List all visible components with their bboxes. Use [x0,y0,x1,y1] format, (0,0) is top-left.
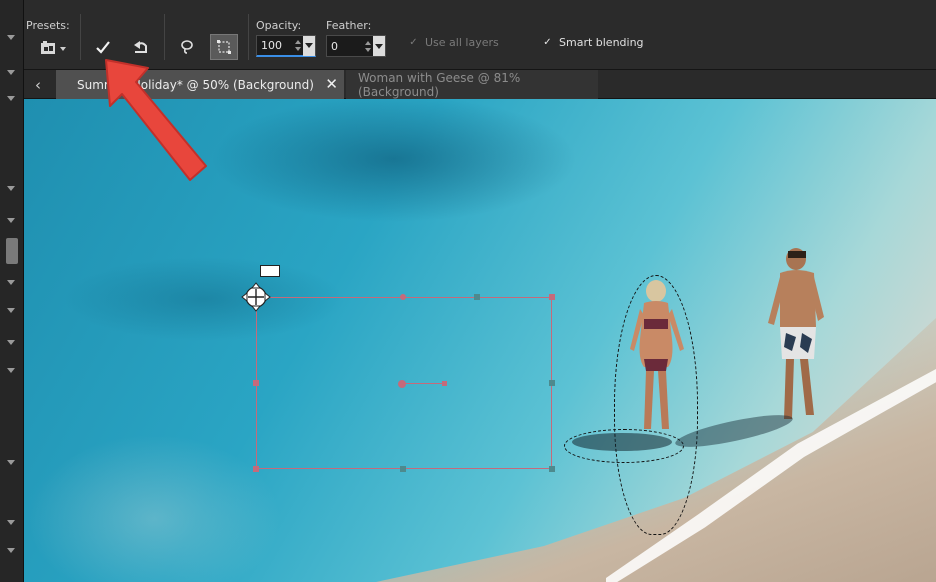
checkbox-check-icon: ✓ [409,37,418,48]
undo-icon [134,41,147,53]
selection-handle[interactable] [400,466,406,472]
selection-handle[interactable] [253,380,259,386]
checkbox-check-icon: ✓ [543,37,552,48]
presets-icon [41,41,66,54]
woman-figure [630,280,684,429]
man-figure [768,248,824,419]
use-all-layers-label: Use all layers [425,36,499,49]
opacity-label: Opacity: [256,19,302,32]
feather-label: Feather: [326,19,372,32]
selection-handle[interactable] [549,294,555,300]
cancel-button[interactable] [130,36,152,58]
collapse-arrow-icon[interactable] [7,548,15,553]
feather-dropdown-icon[interactable] [373,36,385,56]
tool-options-bar: Presets: Opacity: 100 Feather: 0 ✓ Use a… [24,0,936,70]
collapse-arrow-icon[interactable] [7,96,15,101]
close-icon[interactable]: ✕ [325,75,338,93]
opacity-input[interactable]: 100 [256,35,316,57]
panel-scroll-handle[interactable] [6,238,18,264]
presets-dropdown[interactable] [36,38,70,58]
smart-blending-checkbox[interactable]: ✓ Smart blending [542,36,644,49]
feather-stepper[interactable] [363,36,373,56]
opacity-value: 100 [261,39,282,52]
lasso-icon [181,40,193,54]
collapse-arrow-icon[interactable] [7,186,15,191]
person-shadow [572,433,672,451]
rotation-handle-end[interactable] [442,381,447,386]
selection-handle[interactable] [253,466,259,472]
tab-label: Summer Holiday* @ 50% (Background) [77,77,314,92]
rectangle-select-icon [217,40,231,54]
opacity-stepper[interactable] [293,36,303,56]
collapse-arrow-icon[interactable] [7,70,15,75]
document-tabs-bar: ‹ Summer Holiday* @ 50% (Background) ✕ W… [24,70,936,99]
tabs-scroll-left-icon[interactable]: ‹ [24,70,52,99]
collapse-arrow-icon[interactable] [7,340,15,345]
apply-button[interactable] [92,36,114,58]
collapse-arrow-icon[interactable] [7,520,15,525]
left-panel-strip [0,0,24,582]
collapse-arrow-icon[interactable] [7,218,15,223]
smart-blending-label: Smart blending [559,36,644,49]
toolbar-separator [164,14,165,60]
collapse-arrow-icon[interactable] [7,280,15,285]
use-all-layers-checkbox[interactable]: ✓ Use all layers [408,36,499,49]
collapse-arrow-icon[interactable] [7,460,15,465]
selection-handle[interactable] [549,466,555,472]
source-indicator-icon [260,265,280,277]
checkmark-icon [96,41,110,54]
image-canvas[interactable] [24,99,936,582]
presets-label: Presets: [26,19,70,32]
rectangle-selection-button[interactable] [210,34,238,60]
toolbar-separator [248,14,249,60]
tab-woman-with-geese[interactable]: Woman with Geese @ 81% (Background) [346,70,598,99]
toolbar-separator [80,14,81,60]
rotation-handle[interactable] [398,380,406,388]
lasso-button[interactable] [176,36,198,58]
opacity-dropdown-icon[interactable] [303,35,315,56]
feather-input[interactable]: 0 [326,35,386,57]
tab-label: Woman with Geese @ 81% (Background) [358,70,521,99]
feather-value: 0 [331,39,338,53]
rotation-handle-line [401,383,445,384]
selection-handle[interactable] [549,380,555,386]
collapse-arrow-icon[interactable] [7,35,15,40]
selection-handle[interactable] [400,294,406,300]
tab-summer-holiday[interactable]: Summer Holiday* @ 50% (Background) ✕ [56,70,344,99]
selection-handle[interactable] [474,294,480,300]
collapse-arrow-icon[interactable] [7,308,15,313]
collapse-arrow-icon[interactable] [7,368,15,373]
move-icon[interactable] [240,281,272,313]
